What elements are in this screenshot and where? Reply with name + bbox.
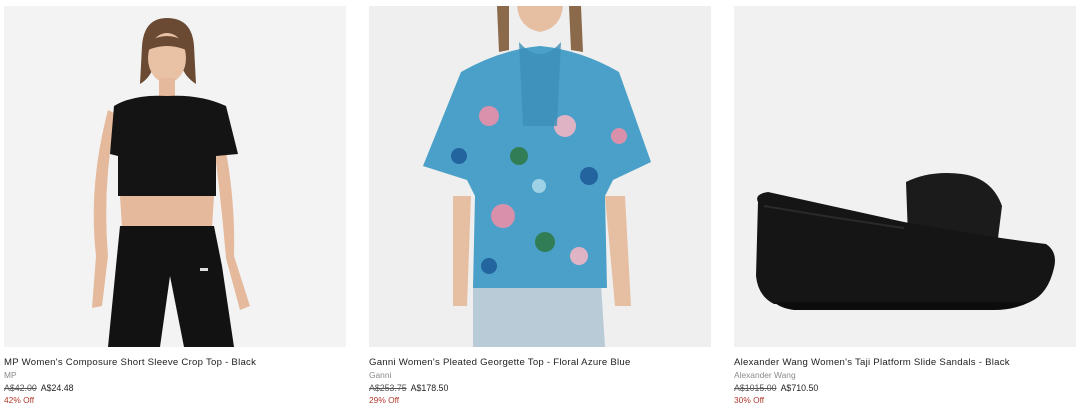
platform-sandal-photo <box>734 6 1076 347</box>
product-image[interactable] <box>369 6 711 347</box>
crop-top-model-photo <box>4 6 346 347</box>
product-title[interactable]: MP Women's Composure Short Sleeve Crop T… <box>4 357 346 369</box>
sale-price: A$710.50 <box>780 383 819 393</box>
product-card[interactable]: Alexander Wang Women's Taji Platform Sli… <box>734 6 1076 406</box>
original-price: A$1015.00 <box>734 383 777 393</box>
discount-label: 42% Off <box>4 395 35 405</box>
product-brand: MP <box>4 370 17 380</box>
product-image[interactable] <box>734 6 1076 347</box>
product-prices: A$253.75 A$178.50 <box>369 383 711 394</box>
product-card[interactable]: Ganni Women's Pleated Georgette Top - Fl… <box>369 6 711 406</box>
discount-label: 29% Off <box>369 395 400 405</box>
product-title[interactable]: Ganni Women's Pleated Georgette Top - Fl… <box>369 357 711 369</box>
floral-top-model-photo <box>369 6 711 347</box>
product-brand: Ganni <box>369 370 392 380</box>
original-price: A$42.00 <box>4 383 37 393</box>
sale-price: A$24.48 <box>40 383 74 393</box>
product-grid: MP Women's Composure Short Sleeve Crop T… <box>0 0 1080 413</box>
sale-price: A$178.50 <box>410 383 449 393</box>
product-prices: A$1015.00 A$710.50 <box>734 383 1076 394</box>
original-price: A$253.75 <box>369 383 407 393</box>
product-card[interactable]: MP Women's Composure Short Sleeve Crop T… <box>4 6 346 406</box>
discount-label: 30% Off <box>734 395 765 405</box>
product-image[interactable] <box>4 6 346 347</box>
product-title[interactable]: Alexander Wang Women's Taji Platform Sli… <box>734 357 1076 369</box>
product-prices: A$42.00 A$24.48 <box>4 383 346 394</box>
product-brand: Alexander Wang <box>734 370 796 380</box>
